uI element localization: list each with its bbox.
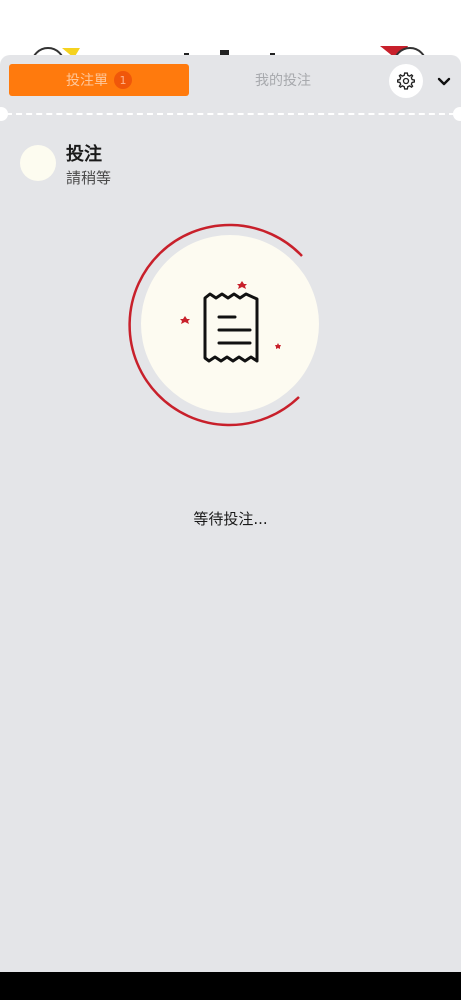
tab-my-bets[interactable]: 我的投注 (195, 64, 371, 96)
tab-bet-slip[interactable]: 投注單 1 (9, 64, 189, 96)
tab-bar: 投注單 1 我的投注 (0, 55, 461, 113)
divider-notch-right (453, 107, 461, 121)
background-page-peek (0, 0, 461, 60)
chevron-down-icon (437, 77, 451, 86)
bet-title: 投注 (66, 144, 102, 165)
tab-bet-slip-label: 投注單 (66, 73, 108, 89)
spinner-disc (141, 235, 319, 413)
avatar (20, 145, 56, 181)
bottom-system-bar (0, 972, 461, 1000)
bet-slip-sheet: 投注單 1 我的投注 投注 請稍等 等待投注... (0, 55, 461, 972)
bet-status-header: 投注 請稍等 (20, 140, 320, 190)
waiting-status-text: 等待投注... (193, 510, 268, 528)
bet-subtitle: 請稍等 (66, 169, 112, 187)
divider-notch-left (0, 107, 8, 121)
bet-count-badge: 1 (114, 71, 132, 89)
settings-button[interactable] (389, 64, 423, 98)
loading-spinner (128, 223, 319, 427)
gear-icon (397, 72, 415, 90)
dashed-divider (6, 113, 455, 115)
collapse-button[interactable] (432, 69, 456, 93)
